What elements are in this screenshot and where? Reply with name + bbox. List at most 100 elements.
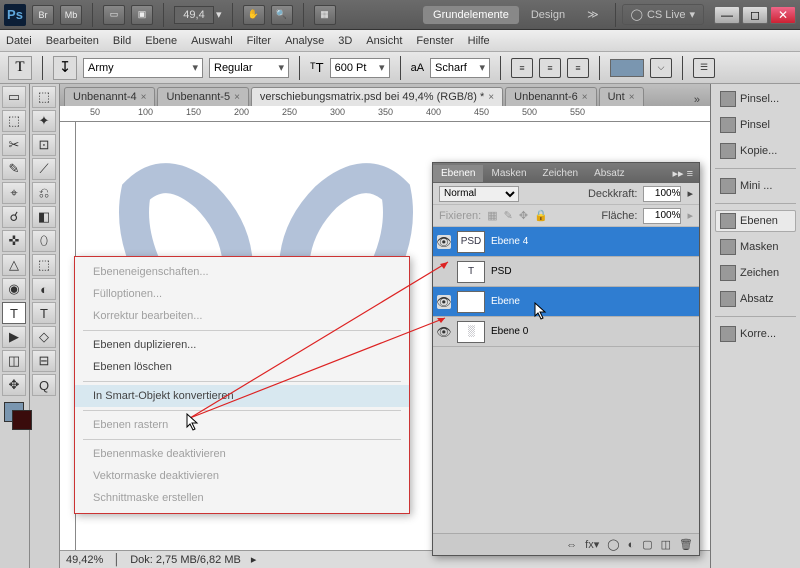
tabs-overflow-icon[interactable]: » — [688, 94, 706, 106]
warp-text-button[interactable]: ⌵ — [650, 58, 672, 78]
lock-pixels-icon[interactable]: ▦ — [487, 209, 497, 222]
hand-tool-button[interactable]: ✋ — [243, 5, 265, 25]
orientation-button[interactable]: ↧ — [53, 56, 77, 80]
close-tab-icon[interactable]: × — [141, 92, 147, 103]
lock-all-icon[interactable]: 🔒 — [534, 209, 548, 222]
tool2-3[interactable]: ⟋ — [32, 158, 56, 180]
panel-layers[interactable]: Ebenen — [715, 210, 796, 232]
text-color-swatch[interactable] — [610, 59, 644, 77]
menu-bearbeiten[interactable]: Bearbeiten — [46, 35, 99, 47]
menu-3d[interactable]: 3D — [338, 35, 352, 47]
menu-fenster[interactable]: Fenster — [416, 35, 453, 47]
layer-row[interactable]: 👁░Ebene 0 — [433, 317, 699, 347]
adjustment-icon[interactable]: ◐ — [628, 539, 635, 551]
zoom-tool-button[interactable]: 🔍 — [271, 5, 293, 25]
arrange-button[interactable]: ▦ — [314, 5, 336, 25]
tool-4[interactable]: ⌖ — [2, 182, 26, 204]
panel-mask[interactable]: Masken — [715, 236, 796, 258]
tool2-4[interactable]: ⎌ — [32, 182, 56, 204]
chevron-down-icon[interactable]: ▾ — [216, 8, 222, 21]
tool2-0[interactable]: ⬚ — [32, 86, 56, 108]
tool2-11[interactable]: ⊟ — [32, 350, 56, 372]
antialias-combo[interactable]: Scharf — [430, 58, 490, 78]
menu-ansicht[interactable]: Ansicht — [366, 35, 402, 47]
minibridge-button[interactable]: Mb — [60, 5, 82, 25]
background-swatch[interactable] — [12, 410, 32, 430]
visibility-icon[interactable]: 👁 — [437, 325, 451, 339]
layer-thumbnail[interactable]: ░ — [457, 321, 485, 343]
font-family-combo[interactable]: Army — [83, 58, 203, 78]
opacity-input[interactable] — [643, 186, 681, 202]
layer-row[interactable]: TPSD — [433, 257, 699, 287]
ctx-item[interactable]: Ebenen duplizieren... — [75, 334, 409, 356]
menu-filter[interactable]: Filter — [247, 35, 271, 47]
menu-analyse[interactable]: Analyse — [285, 35, 324, 47]
layer-context-menu[interactable]: Ebeneneigenschaften...Fülloptionen...Kor… — [74, 256, 410, 514]
panel-mb[interactable]: Mini ... — [715, 175, 796, 197]
font-size-combo[interactable]: 600 Pt — [330, 58, 390, 78]
panel-brush2[interactable]: Pinsel — [715, 114, 796, 136]
doc-tab[interactable]: Unbenannt-5× — [157, 87, 248, 106]
tool-11[interactable]: ◫ — [2, 350, 26, 372]
doc-tab[interactable]: verschiebungsmatrix.psd bei 49,4% (RGB/8… — [251, 87, 503, 106]
close-tab-icon[interactable]: × — [629, 92, 635, 103]
doc-tab[interactable]: Unbenannt-4× — [64, 87, 155, 106]
workspace-more-icon[interactable]: ≫ — [577, 5, 609, 24]
group-icon[interactable]: ▢ — [642, 538, 652, 551]
panel-para[interactable]: Absatz — [715, 288, 796, 310]
doc-tab[interactable]: Unt× — [599, 87, 644, 106]
font-weight-combo[interactable]: Regular — [209, 58, 289, 78]
mask-icon[interactable]: ◯ — [607, 538, 619, 551]
layers-tab-zeichen[interactable]: Zeichen — [535, 165, 587, 182]
tool-2[interactable]: ✂ — [2, 134, 26, 156]
panel-char[interactable]: Zeichen — [715, 262, 796, 284]
chevron-icon[interactable]: ▸ — [687, 209, 693, 222]
viewmode-button[interactable]: ▭ — [103, 5, 125, 25]
minimize-button[interactable]: — — [714, 6, 740, 24]
layer-thumbnail[interactable] — [457, 291, 485, 313]
menu-auswahl[interactable]: Auswahl — [191, 35, 233, 47]
panel-brush[interactable]: Pinsel... — [715, 88, 796, 110]
tool2-10[interactable]: ◇ — [32, 326, 56, 348]
layers-tab-ebenen[interactable]: Ebenen — [433, 165, 483, 182]
zoom-input[interactable] — [174, 6, 214, 24]
align-center-button[interactable]: ≡ — [539, 58, 561, 78]
close-tab-icon[interactable]: × — [234, 92, 240, 103]
screenmode-button[interactable]: ▣ — [131, 5, 153, 25]
character-panel-button[interactable]: ☰ — [693, 58, 715, 78]
tool-12[interactable]: ✥ — [2, 374, 26, 396]
panel-menu-icon[interactable]: ▸▸ ≡ — [666, 167, 699, 180]
visibility-icon[interactable]: 👁 — [437, 295, 451, 309]
layers-panel[interactable]: EbenenMaskenZeichenAbsatz▸▸ ≡ Normal Dec… — [432, 162, 700, 556]
tool2-8[interactable]: ◐ — [32, 278, 56, 300]
workspace-tab-active[interactable]: Grundelemente — [423, 6, 519, 24]
lock-brush-icon[interactable]: ✎ — [504, 209, 513, 222]
tool2-9[interactable]: T — [32, 302, 56, 324]
close-tab-icon[interactable]: × — [488, 92, 494, 103]
menu-ebene[interactable]: Ebene — [145, 35, 177, 47]
tool-3[interactable]: ✎ — [2, 158, 26, 180]
menu-datei[interactable]: Datei — [6, 35, 32, 47]
bridge-button[interactable]: Br — [32, 5, 54, 25]
cslive-button[interactable]: ◯CS Live▾ — [622, 4, 704, 25]
tool2-2[interactable]: ⊡ — [32, 134, 56, 156]
fx-icon[interactable]: fx▾ — [585, 538, 599, 551]
link-layers-icon[interactable]: ⇔ — [566, 539, 577, 551]
fill-input[interactable] — [643, 208, 681, 224]
zoom-control[interactable]: ▾ — [174, 6, 222, 24]
tool-6[interactable]: ✜ — [2, 230, 26, 252]
visibility-icon[interactable] — [437, 265, 451, 279]
ctx-item[interactable]: Ebenen löschen — [75, 356, 409, 378]
chevron-icon[interactable]: ▸ — [687, 187, 693, 200]
panel-adj[interactable]: Korre... — [715, 323, 796, 345]
ctx-item[interactable]: In Smart-Objekt konvertieren — [75, 385, 409, 407]
maximize-button[interactable]: ◻ — [742, 6, 768, 24]
tool-5[interactable]: ☌ — [2, 206, 26, 228]
tool-0[interactable]: ▭ — [2, 86, 26, 108]
visibility-icon[interactable]: 👁 — [437, 235, 451, 249]
tool-7[interactable]: △ — [2, 254, 26, 276]
align-right-button[interactable]: ≡ — [567, 58, 589, 78]
layer-row[interactable]: 👁PSDEbene 4 — [433, 227, 699, 257]
lock-move-icon[interactable]: ✥ — [519, 209, 528, 222]
tool-9[interactable]: T — [2, 302, 26, 324]
